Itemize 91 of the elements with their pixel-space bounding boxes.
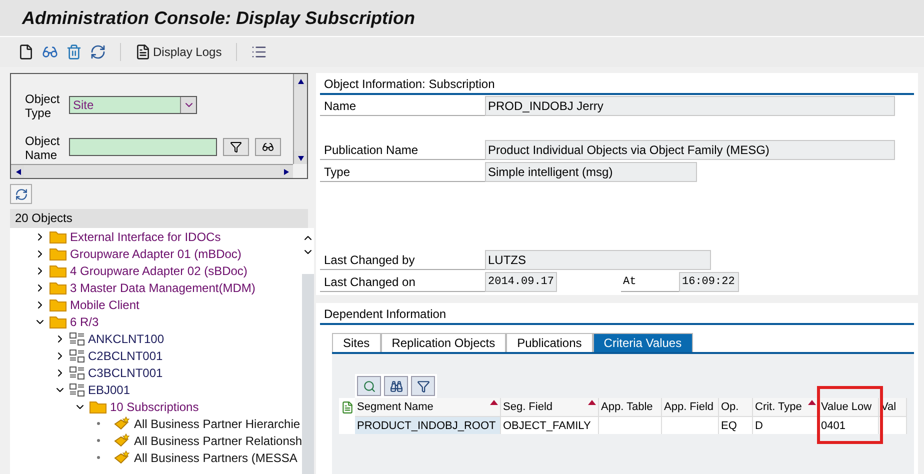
folder-icon: [49, 314, 67, 328]
tree-item[interactable]: All Business Partner Hierarchie: [134, 416, 300, 430]
value-field: Simple intelligent (msg): [485, 162, 697, 182]
folder-icon: [49, 246, 67, 260]
search-icon: [362, 380, 376, 392]
tree-item[interactable]: Groupware Adapter 01 (mBDoc): [70, 246, 242, 260]
tree-item[interactable]: External Interface for IDOCs: [70, 230, 221, 244]
bullet-icon: [97, 439, 100, 442]
filter-icon: [230, 141, 242, 153]
folder-icon: [49, 280, 67, 294]
column-header[interactable]: App. Field: [662, 398, 719, 416]
document-icon: [18, 44, 34, 60]
vertical-scrollbar[interactable]: [293, 74, 307, 164]
new-button[interactable]: [18, 44, 34, 60]
layout-button[interactable]: [339, 398, 355, 416]
server-icon: [69, 332, 85, 346]
refresh-icon: [14, 188, 28, 200]
window-title: Administration Console: Display Subscription: [22, 8, 416, 28]
object-type-dropdown[interactable]: Site: [69, 96, 197, 114]
server-icon: [69, 382, 85, 396]
column-header[interactable]: Op.: [719, 398, 753, 416]
folder-icon: [49, 264, 67, 278]
filter-button[interactable]: [223, 138, 249, 156]
tree-item[interactable]: ANKCLNT100: [88, 332, 164, 346]
folder-icon: [89, 400, 107, 414]
tree-item[interactable]: All Business Partners (MESSA: [134, 450, 298, 464]
trash-icon: [66, 44, 82, 60]
refresh-button[interactable]: [90, 44, 106, 60]
tree-item[interactable]: Mobile Client: [70, 298, 140, 312]
triangle-left-icon[interactable]: [14, 168, 22, 176]
panel-title: Dependent Information: [320, 305, 914, 325]
tree-item[interactable]: EBJ001: [88, 382, 130, 396]
details-button[interactable]: [357, 376, 381, 396]
filter-button[interactable]: [411, 376, 435, 396]
triangle-down-icon[interactable]: [296, 154, 304, 162]
subscription-icon: [113, 433, 131, 448]
tab[interactable]: Sites: [332, 333, 381, 352]
bullet-icon: [97, 456, 100, 459]
filter-icon: [416, 380, 430, 392]
bullet-icon: [97, 422, 100, 425]
column-header[interactable]: Crit. Type: [753, 398, 819, 416]
list-button[interactable]: [250, 44, 267, 60]
tree-item[interactable]: 4 Groupware Adapter 02 (sBDoc): [70, 264, 248, 278]
display-logs-button[interactable]: Display Logs: [135, 44, 222, 60]
table-cell: D: [753, 416, 819, 434]
tree-item[interactable]: 10 Subscriptions: [110, 400, 199, 414]
tree-item[interactable]: C2BCLNT001: [88, 348, 163, 362]
glasses-icon: [262, 141, 274, 153]
field-label: Object Type: [25, 92, 61, 120]
subscription-icon: [113, 450, 131, 465]
tree-item[interactable]: C3BCLNT001: [88, 366, 163, 380]
find-button[interactable]: [384, 376, 408, 396]
glasses-icon: [42, 44, 58, 60]
folder-icon: [49, 298, 67, 312]
delete-button[interactable]: [66, 44, 82, 60]
value-field: LUTZS: [485, 250, 711, 270]
refresh-icon: [90, 44, 106, 60]
object-name-field[interactable]: [69, 138, 217, 156]
triangle-right-icon[interactable]: [282, 168, 290, 176]
column-header[interactable]: App. Table: [599, 398, 662, 416]
tree-item[interactable]: 6 R/3: [70, 314, 99, 328]
date-field: 2014.09.17: [485, 272, 557, 292]
horizontal-scrollbar[interactable]: [11, 164, 293, 178]
triangle-up-icon[interactable]: [296, 76, 304, 84]
refresh-button[interactable]: [10, 184, 32, 204]
document-icon: [340, 400, 354, 414]
server-icon: [69, 366, 85, 380]
tree-header: 20 Objects: [10, 209, 308, 228]
edit-button[interactable]: [42, 44, 58, 60]
subscription-icon: [113, 416, 131, 431]
binoculars-icon: [390, 380, 402, 392]
tree-item[interactable]: All Business Partner Relationsh: [134, 434, 302, 448]
tab[interactable]: Publications: [506, 333, 593, 352]
tree-item[interactable]: 3 Master Data Management(MDM): [70, 280, 256, 294]
document-icon: [135, 44, 151, 60]
table-cell: PRODUCT_INDOBJ_ROOT: [355, 416, 501, 434]
field-label: Object Name: [25, 134, 61, 162]
tab[interactable]: Replication Objects: [380, 333, 506, 352]
glasses-button[interactable]: [255, 138, 281, 156]
table-cell: 0401: [819, 416, 879, 434]
tab[interactable]: Criteria Values: [592, 333, 693, 352]
time-field: 16:09:22: [679, 272, 739, 292]
column-header[interactable]: Value Low: [819, 398, 879, 416]
table-cell: OBJECT_FAMILY: [501, 416, 599, 434]
column-header[interactable]: Seg. Field: [501, 398, 599, 416]
server-icon: [69, 348, 85, 362]
list-icon: [250, 44, 267, 60]
value-field: PROD_INDOBJ Jerry: [485, 96, 895, 116]
column-header[interactable]: Segment Name: [355, 398, 501, 416]
value-field: Product Individual Objects via Object Family (MESG): [485, 140, 895, 160]
table-cell: EQ: [719, 416, 753, 434]
